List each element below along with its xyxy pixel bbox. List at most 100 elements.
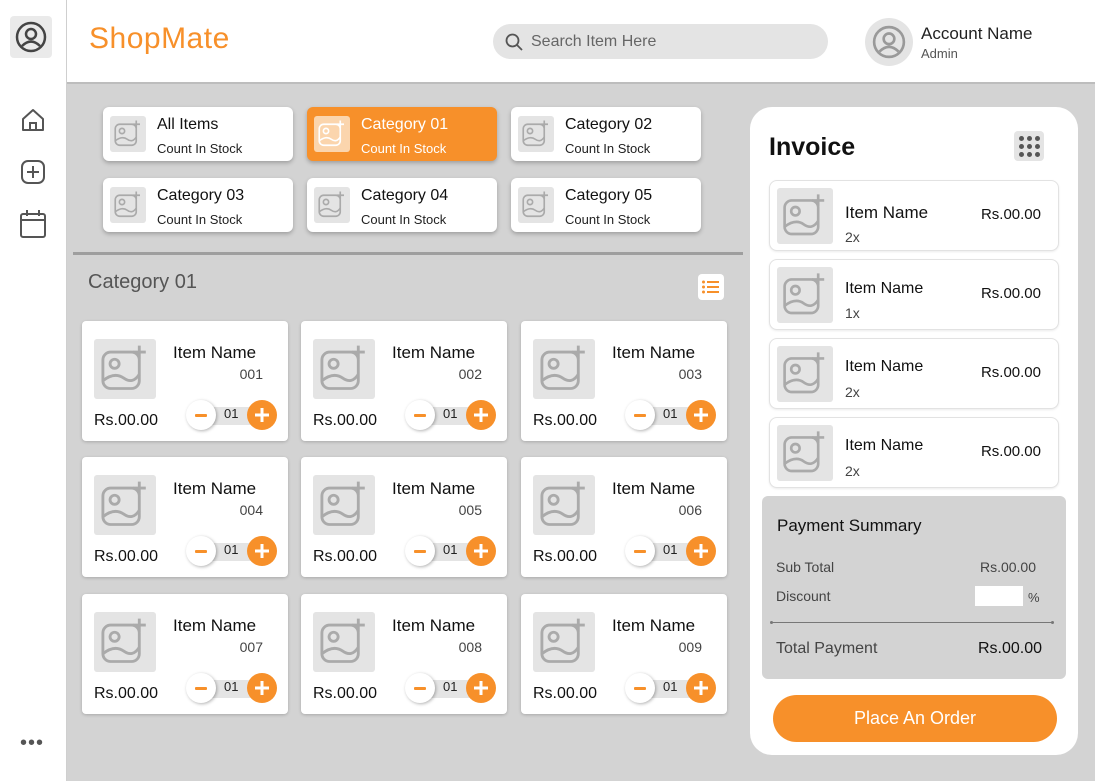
avatar[interactable] [865, 18, 913, 66]
product-card[interactable]: Item Name 009 Rs.00.00 01 [521, 594, 727, 714]
invoice-item-image [777, 188, 833, 244]
profile-icon[interactable] [10, 16, 52, 58]
decrement-button[interactable] [405, 673, 435, 703]
calendar-icon[interactable] [17, 208, 49, 240]
image-placeholder-icon [783, 194, 825, 236]
product-card[interactable]: Item Name 005 Rs.00.00 01 [301, 457, 507, 577]
image-placeholder-icon [114, 120, 140, 147]
plus-icon [474, 681, 488, 695]
add-icon[interactable] [17, 156, 49, 188]
minus-icon [195, 549, 207, 553]
category-tile[interactable]: Category 02 Count In Stock [511, 107, 701, 161]
invoice-item[interactable]: Item Name 1x Rs.00.00 [769, 259, 1059, 330]
image-placeholder-icon [540, 481, 585, 526]
image-placeholder-icon [783, 273, 825, 315]
product-price: Rs.00.00 [313, 685, 378, 702]
product-card[interactable]: Item Name 004 Rs.00.00 01 [82, 457, 288, 577]
category-tile[interactable]: All Items Count In Stock [103, 107, 293, 161]
product-image [313, 612, 375, 672]
increment-button[interactable] [247, 400, 277, 430]
minus-icon [195, 686, 207, 690]
decrement-button[interactable] [625, 536, 655, 566]
invoice-item-qty: 1x [845, 305, 860, 321]
quantity-stepper: 01 [625, 673, 717, 703]
discount-label: Discount [776, 588, 831, 604]
decrement-button[interactable] [405, 400, 435, 430]
increment-button[interactable] [466, 536, 496, 566]
more-icon[interactable]: ••• [20, 732, 44, 755]
quantity-value: 01 [663, 406, 678, 421]
plus-icon [694, 408, 708, 422]
quantity-stepper: 01 [405, 536, 497, 566]
invoice-item-name: Item Name [845, 203, 929, 222]
category-name: Category 01 [361, 116, 449, 133]
product-image [533, 339, 595, 399]
invoice-item[interactable]: Item Name 2x Rs.00.00 [769, 180, 1059, 251]
quantity-stepper: 01 [405, 673, 497, 703]
product-card[interactable]: Item Name 003 Rs.00.00 01 [521, 321, 727, 441]
quantity-stepper: 01 [405, 400, 497, 430]
category-tile[interactable]: Category 01 Count In Stock [307, 107, 497, 161]
increment-button[interactable] [466, 673, 496, 703]
minus-icon [634, 413, 646, 417]
decrement-button[interactable] [625, 673, 655, 703]
decrement-button[interactable] [186, 536, 216, 566]
product-name: Item Name [173, 343, 257, 362]
product-card[interactable]: Item Name 001 Rs.00.00 01 [82, 321, 288, 441]
decrement-button[interactable] [405, 536, 435, 566]
invoice-item-price: Rs.00.00 [980, 364, 1041, 381]
product-image [94, 475, 156, 535]
decrement-button[interactable] [186, 673, 216, 703]
search-input[interactable] [531, 32, 811, 51]
image-placeholder-icon [101, 618, 146, 663]
minus-icon [195, 413, 207, 417]
grid-menu-icon[interactable] [1014, 131, 1044, 161]
product-price: Rs.00.00 [533, 412, 598, 429]
product-card[interactable]: Item Name 002 Rs.00.00 01 [301, 321, 507, 441]
invoice-item-image [777, 267, 833, 323]
decrement-button[interactable] [625, 400, 655, 430]
category-tile[interactable]: Category 03 Count In Stock [103, 178, 293, 232]
product-name: Item Name [173, 479, 257, 498]
invoice-item-price: Rs.00.00 [980, 285, 1041, 302]
quantity-stepper: 01 [625, 536, 717, 566]
list-view-button[interactable] [698, 274, 724, 300]
place-order-button[interactable]: Place An Order [773, 695, 1057, 742]
product-card[interactable]: Item Name 006 Rs.00.00 01 [521, 457, 727, 577]
product-price: Rs.00.00 [94, 548, 159, 565]
image-placeholder-icon [783, 352, 825, 394]
quantity-value: 01 [443, 542, 458, 557]
invoice-item-image [777, 425, 833, 481]
invoice-item[interactable]: Item Name 2x Rs.00.00 [769, 417, 1059, 488]
category-tile[interactable]: Category 04 Count In Stock [307, 178, 497, 232]
invoice-item-qty: 2x [845, 463, 860, 479]
product-card[interactable]: Item Name 008 Rs.00.00 01 [301, 594, 507, 714]
plus-icon [694, 544, 708, 558]
product-image [313, 475, 375, 535]
invoice-item[interactable]: Item Name 2x Rs.00.00 [769, 338, 1059, 409]
increment-button[interactable] [466, 400, 496, 430]
minus-icon [634, 549, 646, 553]
discount-input[interactable] [975, 586, 1023, 606]
invoice-title: Invoice [769, 133, 856, 161]
list-icon [702, 280, 719, 294]
home-icon[interactable] [17, 104, 49, 136]
account-name[interactable]: Account Name [921, 24, 1033, 44]
plus-icon [474, 408, 488, 422]
image-placeholder-icon [318, 120, 344, 147]
category-thumb [110, 116, 146, 152]
category-tile[interactable]: Category 05 Count In Stock [511, 178, 701, 232]
account-role: Admin [921, 46, 958, 61]
product-card[interactable]: Item Name 007 Rs.00.00 01 [82, 594, 288, 714]
image-placeholder-icon [101, 481, 146, 526]
decrement-button[interactable] [186, 400, 216, 430]
search-bar[interactable] [493, 24, 828, 59]
category-count: Count In Stock [565, 212, 651, 227]
invoice-item-name: Item Name [845, 437, 924, 454]
increment-button[interactable] [686, 536, 716, 566]
increment-button[interactable] [247, 536, 277, 566]
image-placeholder-icon [522, 191, 548, 218]
increment-button[interactable] [247, 673, 277, 703]
increment-button[interactable] [686, 673, 716, 703]
increment-button[interactable] [686, 400, 716, 430]
